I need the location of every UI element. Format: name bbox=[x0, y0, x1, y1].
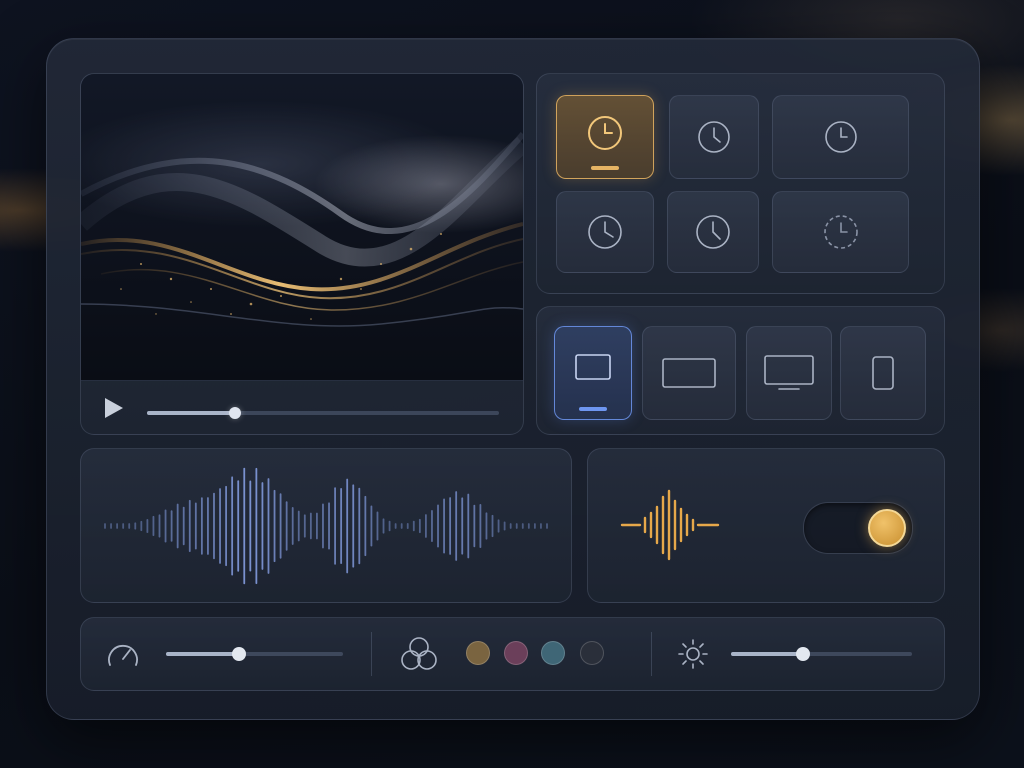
clock-icon bbox=[696, 215, 730, 249]
audio-output bbox=[587, 448, 945, 603]
video-player bbox=[80, 73, 524, 435]
seek-bar-fill bbox=[147, 411, 235, 415]
divider bbox=[651, 632, 652, 676]
clock-icon bbox=[698, 121, 730, 153]
timer-preset-1[interactable] bbox=[556, 95, 654, 179]
timer-preset-5[interactable] bbox=[667, 191, 759, 273]
color-swatch-amber[interactable] bbox=[466, 641, 490, 665]
speed-slider[interactable] bbox=[166, 647, 343, 661]
video-controls bbox=[81, 380, 523, 434]
active-indicator bbox=[579, 407, 607, 411]
speed-slider-handle[interactable] bbox=[231, 647, 246, 661]
clock-icon bbox=[588, 215, 622, 249]
video-preview[interactable] bbox=[81, 74, 523, 381]
color-blend-icon bbox=[401, 637, 437, 670]
brightness-slider-fill bbox=[731, 652, 804, 656]
brightness-icon bbox=[678, 639, 708, 669]
play-icon[interactable] bbox=[103, 396, 125, 420]
seek-handle[interactable] bbox=[229, 407, 241, 419]
desktop-background bbox=[0, 0, 1024, 768]
color-swatch-teal[interactable] bbox=[541, 641, 565, 665]
divider bbox=[371, 632, 372, 676]
phone-portrait-icon bbox=[872, 356, 894, 390]
toggle-knob bbox=[868, 509, 906, 547]
timer-preset-3[interactable] bbox=[772, 95, 909, 179]
format-monitor[interactable] bbox=[746, 326, 832, 420]
brightness-slider[interactable] bbox=[731, 647, 912, 661]
monitor-icon bbox=[764, 355, 814, 390]
clock-icon bbox=[588, 116, 622, 150]
color-swatch-plum[interactable] bbox=[504, 641, 528, 665]
speed-slider-fill bbox=[166, 652, 239, 656]
display-formats bbox=[536, 306, 945, 435]
sound-wave-icon bbox=[620, 489, 720, 561]
widescreen-icon bbox=[662, 358, 716, 388]
timer-preset-4[interactable] bbox=[556, 191, 654, 273]
tablet-landscape-icon bbox=[575, 354, 611, 380]
waveform-graph bbox=[104, 467, 548, 585]
timer-presets bbox=[536, 73, 945, 294]
audio-toggle-switch[interactable] bbox=[803, 502, 913, 554]
clock-dashed-icon bbox=[823, 215, 858, 249]
speedometer-icon bbox=[108, 644, 138, 666]
timer-preset-2[interactable] bbox=[669, 95, 759, 179]
format-widescreen[interactable] bbox=[642, 326, 736, 420]
adjustment-bar bbox=[80, 617, 945, 691]
active-indicator bbox=[591, 166, 619, 170]
waveform-visualizer bbox=[80, 448, 572, 603]
brightness-slider-handle[interactable] bbox=[796, 647, 811, 661]
format-tablet[interactable] bbox=[554, 326, 632, 420]
seek-bar[interactable] bbox=[147, 407, 499, 419]
light-wave-artwork bbox=[81, 132, 523, 327]
clock-icon bbox=[824, 121, 857, 153]
color-swatch-charcoal[interactable] bbox=[580, 641, 604, 665]
timer-preset-6[interactable] bbox=[772, 191, 909, 273]
format-phone[interactable] bbox=[840, 326, 926, 420]
